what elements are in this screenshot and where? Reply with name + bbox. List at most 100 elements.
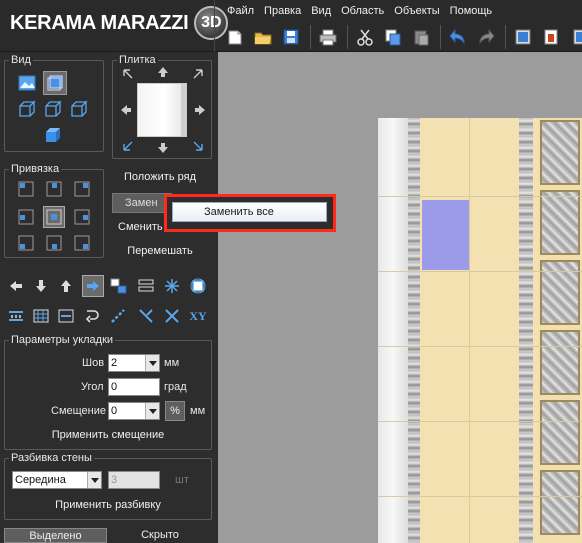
rotate-tr-icon[interactable] (191, 67, 205, 81)
paste-icon[interactable] (408, 24, 434, 50)
left-panel: Вид Плитка Привязка Положить ряд Замен С… (0, 52, 218, 543)
shift-up-icon[interactable] (156, 65, 170, 79)
percent-toggle[interactable]: % (165, 401, 185, 421)
ornament-tile (540, 470, 580, 535)
tab-selected[interactable]: Выделено (4, 528, 107, 543)
grid-icon[interactable] (31, 306, 51, 326)
snap-bottom-left-icon[interactable] (17, 234, 35, 252)
rotate-bl-icon[interactable] (121, 139, 135, 153)
swap-tiles-icon[interactable] (108, 276, 130, 296)
view-cube-front-icon[interactable] (43, 99, 63, 119)
cut-icon[interactable] (352, 24, 378, 50)
snowflake-icon[interactable] (162, 276, 182, 296)
split-count-unit: шт (175, 474, 189, 486)
print-icon[interactable] (315, 24, 341, 50)
shift-left-icon[interactable] (119, 103, 133, 117)
angle-label: Угол (81, 381, 104, 393)
render-view-icon[interactable] (510, 24, 536, 50)
move-right-icon[interactable] (82, 275, 104, 297)
move-up-icon[interactable] (56, 276, 76, 296)
apply-split-button[interactable]: Применить разбивку (5, 499, 211, 511)
tile-canvas[interactable] (218, 52, 582, 543)
rotate-tl-icon[interactable] (121, 67, 135, 81)
split-mode-select[interactable]: Середина (12, 471, 102, 489)
snap-middle-right-icon[interactable] (73, 208, 91, 226)
rotate-br-icon[interactable] (191, 139, 205, 153)
shuffle-button[interactable]: Перемешать (112, 245, 208, 257)
snap-center-icon[interactable] (43, 206, 65, 228)
xy-coordinates-icon[interactable]: XY (186, 306, 210, 326)
cream-column-2 (471, 118, 519, 543)
toolbar-separator (310, 25, 311, 49)
snap-top-center-icon[interactable] (45, 180, 63, 198)
replace-all-menu-item[interactable]: Заменить все (172, 202, 327, 222)
split-count-input[interactable]: 3 (108, 471, 160, 489)
chevron-down-icon (87, 472, 101, 488)
menu-objects[interactable]: Объекты (389, 3, 444, 19)
main-toolbar (222, 22, 582, 52)
new-document-icon[interactable] (222, 24, 248, 50)
redo-icon[interactable] (473, 24, 499, 50)
copy-icon[interactable] (380, 24, 406, 50)
apply-offset-button[interactable]: Применить смещение (5, 429, 211, 441)
lay-row-button[interactable]: Положить ряд (112, 171, 208, 183)
replace-button[interactable]: Замен (112, 193, 172, 213)
align-rows-icon[interactable] (136, 276, 156, 296)
selected-tile[interactable] (422, 200, 469, 270)
shift-down-icon[interactable] (156, 141, 170, 155)
seam-unit: мм (164, 357, 180, 369)
offset-value: 0 (111, 405, 118, 417)
view-3d-cube-icon[interactable] (43, 125, 63, 145)
chevron-down-icon (145, 403, 159, 419)
seam-select[interactable]: 2 (108, 354, 160, 372)
chevron-down-icon (145, 355, 159, 371)
snap-bottom-center-icon[interactable] (45, 234, 63, 252)
cross-cut-icon[interactable] (162, 306, 182, 326)
row-layout-icon[interactable] (56, 306, 76, 326)
menu-area[interactable]: Область (336, 3, 389, 19)
tile-seam (378, 496, 582, 497)
rotate-arrow-icon[interactable] (82, 306, 102, 326)
logo-text: KERAMA MARAZZI (10, 11, 189, 34)
corner-cut-icon[interactable] (136, 306, 156, 326)
shift-right-icon[interactable] (193, 103, 207, 117)
decor-strip-right (519, 118, 533, 543)
snap-top-right-icon[interactable] (73, 180, 91, 198)
diagonal-tool-icon[interactable] (108, 306, 128, 326)
toolbar-separator (505, 25, 506, 49)
tile-preview-surface (138, 84, 182, 136)
open-folder-icon[interactable] (250, 24, 276, 50)
menu-view[interactable]: Вид (306, 3, 336, 19)
door-icon[interactable] (566, 24, 582, 50)
view-cube-left-icon[interactable] (17, 99, 37, 119)
ornament-column (538, 118, 582, 543)
menu-file[interactable]: Файл (222, 3, 259, 19)
undo-icon[interactable] (445, 24, 471, 50)
menu-help[interactable]: Помощь (445, 3, 498, 19)
menu-edit[interactable]: Правка (259, 3, 306, 19)
white-border-column (378, 118, 408, 543)
save-icon[interactable] (278, 24, 304, 50)
move-down-icon[interactable] (31, 276, 51, 296)
tile-seam (378, 271, 582, 272)
view-group: Вид (4, 54, 104, 152)
snap-bottom-right-icon[interactable] (73, 234, 91, 252)
exit-icon[interactable] (538, 24, 564, 50)
snap-top-left-icon[interactable] (17, 180, 35, 198)
tab-hidden[interactable]: Скрыто (110, 528, 210, 543)
angle-input[interactable]: 0 (108, 378, 160, 396)
ornament-tile (540, 400, 580, 465)
ornament-tile (540, 190, 580, 255)
tile-seam (378, 421, 582, 422)
view-front-icon[interactable] (43, 71, 67, 95)
seam-value: 2 (111, 357, 118, 369)
move-left-icon[interactable] (6, 276, 26, 296)
view-2d-icon[interactable] (17, 73, 37, 93)
snap-middle-left-icon[interactable] (17, 208, 35, 226)
view-group-title: Вид (9, 54, 33, 66)
offset-select[interactable]: 0 (108, 402, 160, 420)
view-cube-right-icon[interactable] (69, 99, 89, 119)
toolbar-separator (347, 25, 348, 49)
vertical-split-icon[interactable] (6, 306, 26, 326)
cube-rotate-icon[interactable] (188, 276, 208, 296)
